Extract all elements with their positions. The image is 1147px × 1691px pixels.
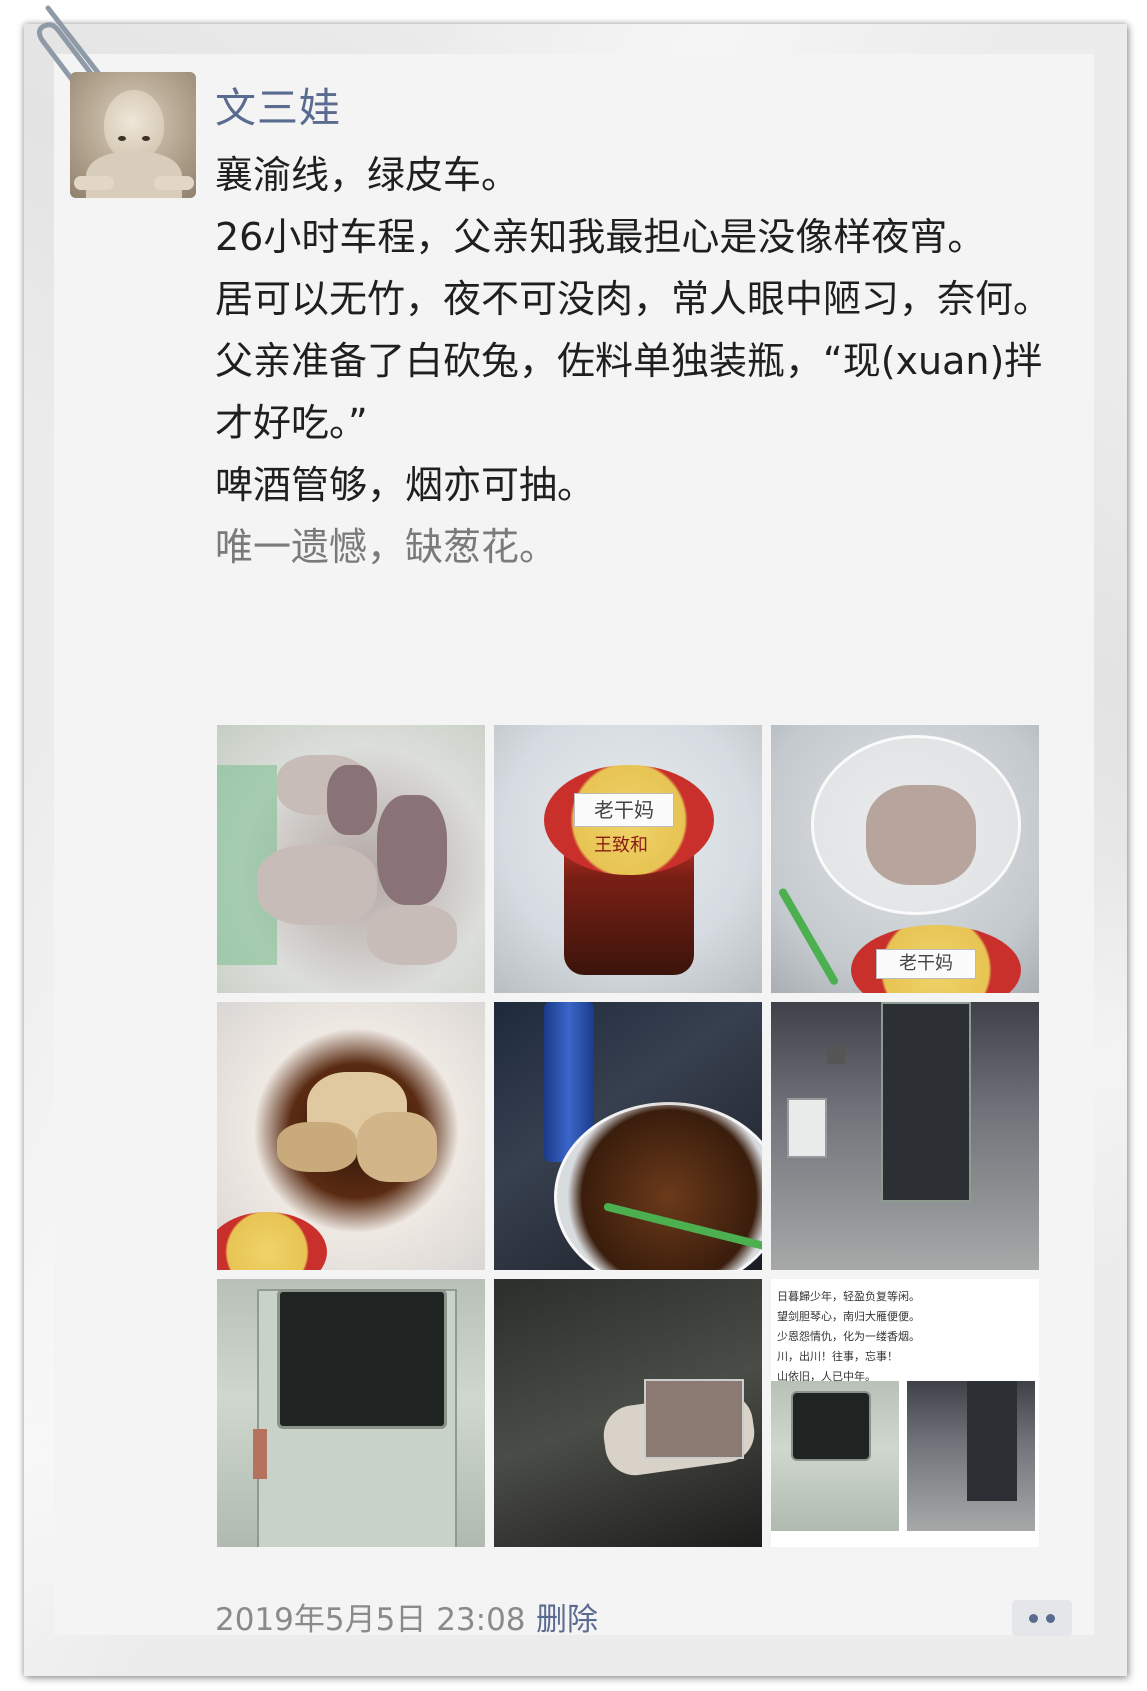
avatar-face: [104, 90, 164, 160]
post-text: 襄渝线，绿皮车。 26小时车程，父亲知我最担心是没像样夜宵。 居可以无竹，夜不可…: [215, 144, 1075, 578]
photo-rabbit-meat-bag[interactable]: [217, 725, 485, 993]
avatar[interactable]: [70, 72, 196, 198]
corridor-opening: [967, 1381, 1017, 1501]
corridor-opening: [881, 1002, 971, 1202]
poem-line: 望剑胆琴心，南归大雁便便。: [777, 1310, 920, 1323]
photo-sauce-jar[interactable]: 老干妈 王致和: [494, 725, 762, 993]
delete-link[interactable]: 删除: [536, 1594, 598, 1639]
avatar-body: [86, 152, 182, 198]
post-line: 啤酒管够，烟亦可抽。: [215, 463, 596, 507]
photo-train-door[interactable]: [217, 1279, 485, 1547]
meat-piece: [327, 765, 377, 835]
door-window: [791, 1391, 871, 1461]
photo-bowl-meat[interactable]: 老干妈: [771, 725, 1039, 993]
meat-piece: [367, 905, 457, 965]
container-box: [644, 1379, 744, 1459]
post-timestamp: 2019年5月5日 23:08: [215, 1602, 526, 1638]
poem-line: 日暮歸少年，轻盈负复等闲。: [777, 1290, 920, 1303]
jar-tape-label: 老干妈: [876, 949, 976, 979]
door-handle: [253, 1429, 267, 1479]
meat-piece: [866, 785, 976, 885]
dot: [1029, 1613, 1038, 1623]
chopsticks: [777, 887, 840, 987]
meat-piece: [377, 795, 447, 905]
post-line: 唯一遗憾，缺葱花。: [215, 525, 558, 569]
more-dots-icon[interactable]: [1012, 1600, 1072, 1636]
meat-piece: [277, 1122, 357, 1172]
meat-piece: [257, 845, 377, 925]
poem-line: 川，出川！往事，忘事！: [777, 1350, 898, 1363]
author-name[interactable]: 文三娃: [215, 74, 341, 134]
photo-train-corridor[interactable]: [771, 1002, 1039, 1270]
door-window: [277, 1289, 447, 1429]
avatar-hand-right: [154, 176, 194, 190]
photo-train-tray[interactable]: [494, 1279, 762, 1547]
photo-grid: 老干妈 王致和 老干妈 日暮歸少年，轻盈负复等闲。 望剑胆琴心，南归大雁便便。 …: [217, 725, 1039, 1547]
post-line: 襄渝线，绿皮车。: [215, 153, 520, 197]
avatar-hand-left: [74, 176, 114, 190]
meat-piece: [357, 1112, 437, 1182]
poem-text: 日暮歸少年，轻盈负复等闲。 望剑胆琴心，南归大雁便便。 少恩怨情仇，化为一缕香烟…: [771, 1283, 1039, 1391]
photo-poem-collage[interactable]: 日暮歸少年，轻盈负复等闲。 望剑胆琴心，南归大雁便便。 少恩怨情仇，化为一缕香烟…: [771, 1279, 1039, 1547]
post-line: 26小时车程，父亲知我最担心是没像样夜宵。: [215, 215, 986, 259]
post-line: 居可以无竹，夜不可没肉，常人眼中陋习，奈何。: [215, 277, 1052, 321]
photo-meat-in-sauce[interactable]: [217, 1002, 485, 1270]
post-line: 父亲准备了白砍兔，佐料单独装瓶，“现(xuan)拌才好吃。”: [215, 339, 1043, 445]
poem-line: 少恩怨情仇，化为一缕香烟。: [777, 1330, 920, 1343]
poem-mini-corridor: [907, 1381, 1035, 1531]
photo-beer-and-bowl[interactable]: [494, 1002, 762, 1270]
wall-switch: [827, 1046, 845, 1064]
poem-mini-door: [771, 1381, 899, 1531]
jar-lid: [217, 1212, 327, 1270]
wall-plate: [787, 1098, 827, 1158]
jar-brand: 王致和: [594, 835, 648, 856]
dot: [1046, 1613, 1055, 1623]
jar-tape-label: 老干妈: [574, 793, 674, 827]
